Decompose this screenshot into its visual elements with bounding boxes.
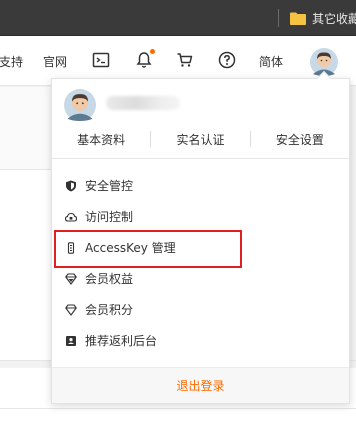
menu-item-accesskey-management[interactable]: AccessKey 管理 bbox=[52, 232, 349, 263]
menu-item-member-benefits[interactable]: 会员权益 bbox=[52, 263, 349, 294]
shield-icon bbox=[65, 180, 77, 192]
username-redacted bbox=[106, 96, 180, 110]
quick-links: 基本资料 实名认证 安全设置 bbox=[52, 129, 349, 149]
menu-item-referral-rebate[interactable]: 推荐返利后台 bbox=[52, 325, 349, 356]
real-name-auth-link[interactable]: 实名认证 bbox=[151, 131, 249, 148]
logout-footer: 退出登录 bbox=[52, 367, 349, 403]
menu-item-label: 会员积分 bbox=[85, 303, 134, 317]
menu-item-member-points[interactable]: 会员积分 bbox=[52, 294, 349, 325]
account-menu: 安全管控 访问控制 AccessKey 管理 会员权益 会员积分 推荐返利后台 bbox=[52, 170, 349, 356]
avatar[interactable] bbox=[64, 89, 96, 121]
logout-button[interactable]: 退出登录 bbox=[176, 377, 224, 394]
menu-item-access-control[interactable]: 访问控制 bbox=[52, 201, 349, 232]
nav-support-link[interactable]: 支持 bbox=[0, 53, 23, 70]
cloud-icon bbox=[65, 211, 77, 223]
menu-item-label: 会员权益 bbox=[85, 272, 134, 286]
bookmark-bar: 其它收藏 bbox=[0, 0, 356, 36]
account-dropdown: 基本资料 实名认证 安全设置 安全管控 访问控制 AccessKey 管理 会员… bbox=[51, 70, 350, 404]
menu-item-label: 安全管控 bbox=[85, 179, 134, 193]
menu-item-label: 推荐返利后台 bbox=[85, 334, 158, 348]
divider bbox=[0, 408, 356, 409]
bookmark-folder-label: 其它收藏 bbox=[312, 11, 356, 26]
diamond-outline-icon bbox=[65, 303, 77, 316]
page-background-panel bbox=[0, 170, 52, 360]
terminal-icon[interactable] bbox=[92, 51, 110, 69]
basic-info-link[interactable]: 基本资料 bbox=[52, 131, 150, 148]
bookmark-separator bbox=[278, 9, 279, 27]
diamond-icon bbox=[65, 272, 77, 285]
menu-item-label: 访问控制 bbox=[85, 210, 134, 224]
bookmark-folder-other[interactable]: 其它收藏 bbox=[290, 10, 356, 26]
cart-icon[interactable] bbox=[176, 51, 194, 69]
user-info: 基本资料 实名认证 安全设置 bbox=[52, 79, 349, 156]
folder-icon bbox=[290, 12, 306, 25]
help-icon[interactable] bbox=[218, 51, 236, 69]
menu-item-label: AccessKey 管理 bbox=[85, 241, 176, 255]
divider bbox=[0, 169, 52, 170]
nav-official-site-link[interactable]: 官网 bbox=[43, 53, 67, 70]
page-background-panel bbox=[0, 87, 52, 177]
bell-icon[interactable] bbox=[135, 49, 155, 69]
notification-dot bbox=[150, 49, 155, 54]
divider bbox=[52, 158, 349, 159]
language-switch[interactable]: 简体 bbox=[259, 53, 283, 70]
id-card-icon bbox=[65, 335, 77, 347]
menu-item-security-control[interactable]: 安全管控 bbox=[52, 170, 349, 201]
key-icon bbox=[65, 241, 77, 254]
security-settings-link[interactable]: 安全设置 bbox=[251, 131, 349, 148]
